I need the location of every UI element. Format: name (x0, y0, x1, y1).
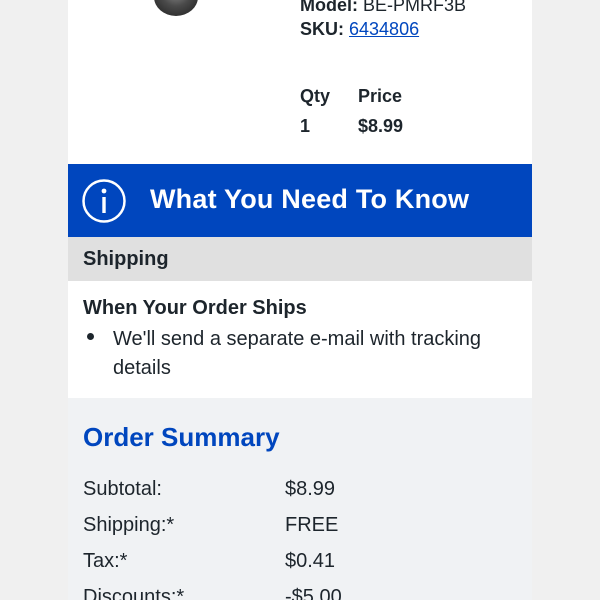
order-confirmation-card: Model: BE-PMRF3B SKU: 6434806 Qty Price … (68, 0, 532, 600)
price-header: Price (358, 86, 403, 106)
sku-label: SKU: (300, 19, 344, 39)
qty-price-header: Qty Price (300, 81, 403, 111)
order-summary-section: Order Summary Subtotal: $8.99 Shipping:*… (68, 398, 532, 600)
shipping-section-header: Shipping (68, 237, 532, 281)
bullet-point (87, 333, 94, 340)
order-summary-title: Order Summary (83, 422, 280, 452)
summary-row-shipping: Shipping:* FREE (83, 514, 523, 544)
summary-row-discounts: Discounts:* -$5.00 (83, 586, 523, 600)
summary-value: FREE (285, 514, 339, 536)
what-you-need-to-know-banner: What You Need To Know (68, 164, 532, 237)
summary-value: $8.99 (285, 478, 336, 500)
qty-price-table: Qty Price 1 $8.99 (300, 81, 403, 141)
banner-title: What You Need To Know (150, 184, 470, 214)
sku-link[interactable]: 6434806 (349, 19, 419, 39)
sku-row: SKU: 6434806 (300, 17, 466, 41)
qty-header: Qty (300, 86, 331, 106)
price-value: $8.99 (358, 116, 404, 136)
product-meta: Model: BE-PMRF3B SKU: 6434806 (300, 0, 466, 41)
summary-label: Subtotal: (83, 478, 162, 500)
summary-label: Tax:* (83, 550, 128, 572)
info-icon (82, 179, 126, 223)
summary-row-tax: Tax:* $0.41 (83, 550, 523, 580)
shipping-section-body: When Your Order Ships We'll send a separ… (68, 281, 532, 398)
summary-value: $0.41 (285, 550, 336, 572)
model-value: BE-PMRF3B (363, 0, 467, 15)
summary-value: -$5.00 (285, 586, 342, 600)
model-label: Model: (300, 0, 358, 15)
qty-value: 1 (300, 116, 311, 136)
shipping-subheading: When Your Order Ships (83, 297, 307, 319)
shipping-bullet-text: We'll send a separate e-mail with tracki… (113, 328, 482, 379)
model-row: Model: BE-PMRF3B (300, 0, 466, 17)
summary-label: Discounts:* (83, 586, 185, 600)
summary-row-subtotal: Subtotal: $8.99 (83, 478, 523, 508)
product-image (154, 0, 198, 16)
summary-label: Shipping:* (83, 514, 175, 536)
qty-price-values: 1 $8.99 (300, 111, 403, 141)
